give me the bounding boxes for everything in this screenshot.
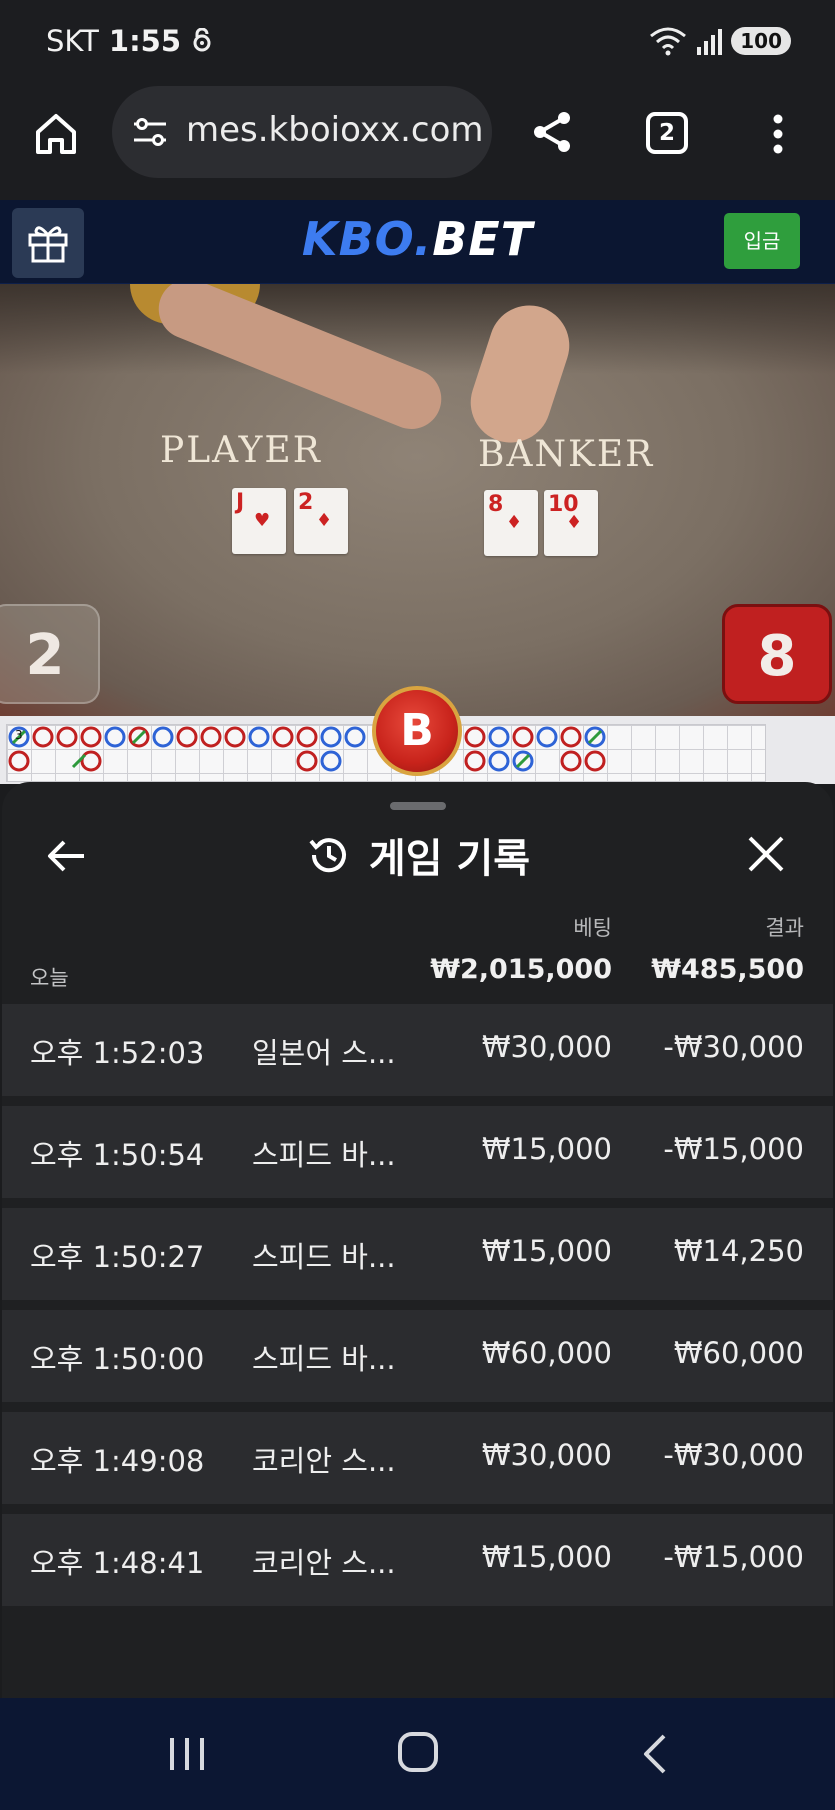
row-result: ₩60,000 xyxy=(673,1336,804,1370)
row-time: 오후 1:52:03 xyxy=(30,1036,205,1070)
row-bet: ₩60,000 xyxy=(481,1336,612,1370)
drag-handle[interactable] xyxy=(390,802,446,810)
total-result: ₩485,500 xyxy=(651,954,804,985)
row-time: 오후 1:50:54 xyxy=(30,1138,205,1172)
row-result: -₩30,000 xyxy=(663,1438,804,1472)
address-bar[interactable]: mes.kboioxx.com xyxy=(112,86,492,178)
row-game: 코리안 스... xyxy=(252,1546,396,1580)
player-label: PLAYER xyxy=(160,430,322,471)
row-result: -₩30,000 xyxy=(663,1030,804,1064)
row-time: 오후 1:50:00 xyxy=(30,1342,205,1376)
player-card: 2 ♦ xyxy=(294,488,348,554)
history-row[interactable]: 오후 1:50:00 스피드 바... ₩60,000 ₩60,000 xyxy=(2,1310,833,1402)
history-row[interactable]: 오후 1:50:27 스피드 바... ₩15,000 ₩14,250 xyxy=(2,1208,833,1300)
signal-icon xyxy=(697,29,723,55)
row-bet: ₩15,000 xyxy=(481,1540,612,1574)
game-history-sheet: 게임 기록 베팅 결과 오늘 ₩2,015,000 ₩485,500 오후 1:… xyxy=(2,782,833,1698)
player-score: 2 xyxy=(0,604,100,704)
nav-back-icon[interactable] xyxy=(640,1732,670,1776)
banker-card: 10 ♦ xyxy=(544,490,598,556)
clock: 1:55 xyxy=(108,24,182,58)
column-header-bet: 베팅 xyxy=(573,916,612,940)
history-row[interactable]: 오후 1:50:54 스피드 바... ₩15,000 -₩15,000 xyxy=(2,1106,833,1198)
carrier-label: SKT xyxy=(46,24,99,58)
column-header-result: 결과 xyxy=(765,916,804,940)
history-row[interactable]: 오후 1:49:08 코리안 스... ₩30,000 -₩30,000 xyxy=(2,1412,833,1504)
banker-score: 8 xyxy=(722,604,832,704)
site-settings-icon[interactable] xyxy=(130,116,170,148)
recent-apps-icon[interactable] xyxy=(168,1734,206,1774)
nav-home-icon[interactable] xyxy=(398,1732,438,1772)
row-time: 오후 1:48:41 xyxy=(30,1546,205,1580)
row-game: 코리안 스... xyxy=(252,1444,396,1478)
row-bet: ₩15,000 xyxy=(481,1234,612,1268)
deposit-button[interactable]: 입금 xyxy=(724,213,800,269)
today-label: 오늘 xyxy=(30,966,69,990)
share-icon[interactable] xyxy=(528,108,576,156)
row-result: -₩15,000 xyxy=(663,1540,804,1574)
more-vert-icon[interactable] xyxy=(772,114,784,154)
game-video: PLAYER BANKER J ♥ 2 ♦ 8 ♦ 10 ♦ 2 8 xyxy=(0,284,835,716)
row-bet: ₩30,000 xyxy=(481,1030,612,1064)
history-row[interactable]: 오후 1:48:41 코리안 스... ₩15,000 -₩15,000 xyxy=(2,1514,833,1606)
site-logo[interactable]: KBO.BET xyxy=(0,212,835,266)
row-time: 오후 1:50:27 xyxy=(30,1240,205,1274)
url-text[interactable]: mes.kboioxx.com xyxy=(186,110,484,150)
system-nav-bar xyxy=(0,1698,835,1810)
history-row[interactable]: 오후 1:52:03 일본어 스... ₩30,000 -₩30,000 xyxy=(2,1004,833,1096)
total-bet: ₩2,015,000 xyxy=(430,954,612,985)
row-bet: ₩30,000 xyxy=(481,1438,612,1472)
tabs-icon[interactable]: 2 xyxy=(646,112,688,154)
row-bet: ₩15,000 xyxy=(481,1132,612,1166)
banker-label: BANKER xyxy=(478,434,655,475)
row-game: 스피드 바... xyxy=(252,1342,396,1376)
site-header: KBO.BET 입금 xyxy=(0,200,835,284)
lock-icon xyxy=(193,28,211,52)
close-icon[interactable] xyxy=(746,834,786,874)
sheet-title: 게임 기록 xyxy=(368,836,531,882)
row-result: ₩14,250 xyxy=(673,1234,804,1268)
history-icon xyxy=(309,838,346,873)
row-game: 스피드 바... xyxy=(252,1240,396,1274)
banker-card: 8 ♦ xyxy=(484,490,538,556)
row-result: -₩15,000 xyxy=(663,1132,804,1166)
home-icon[interactable] xyxy=(32,110,80,158)
row-game: 일본어 스... xyxy=(252,1036,396,1070)
wifi-icon xyxy=(650,27,687,56)
history-list: 오후 1:52:03 일본어 스... ₩30,000 -₩30,000 오후 … xyxy=(2,1004,833,1616)
player-card: J ♥ xyxy=(232,488,286,554)
status-bar: SKT 1:55 100 xyxy=(0,0,835,86)
row-game: 스피드 바... xyxy=(252,1138,396,1172)
banker-result-badge: B xyxy=(372,686,462,776)
row-time: 오후 1:49:08 xyxy=(30,1444,205,1478)
svg-text:3: 3 xyxy=(15,728,23,742)
browser-toolbar: mes.kboioxx.com 2 xyxy=(0,86,835,200)
battery-indicator: 100 xyxy=(731,27,791,55)
